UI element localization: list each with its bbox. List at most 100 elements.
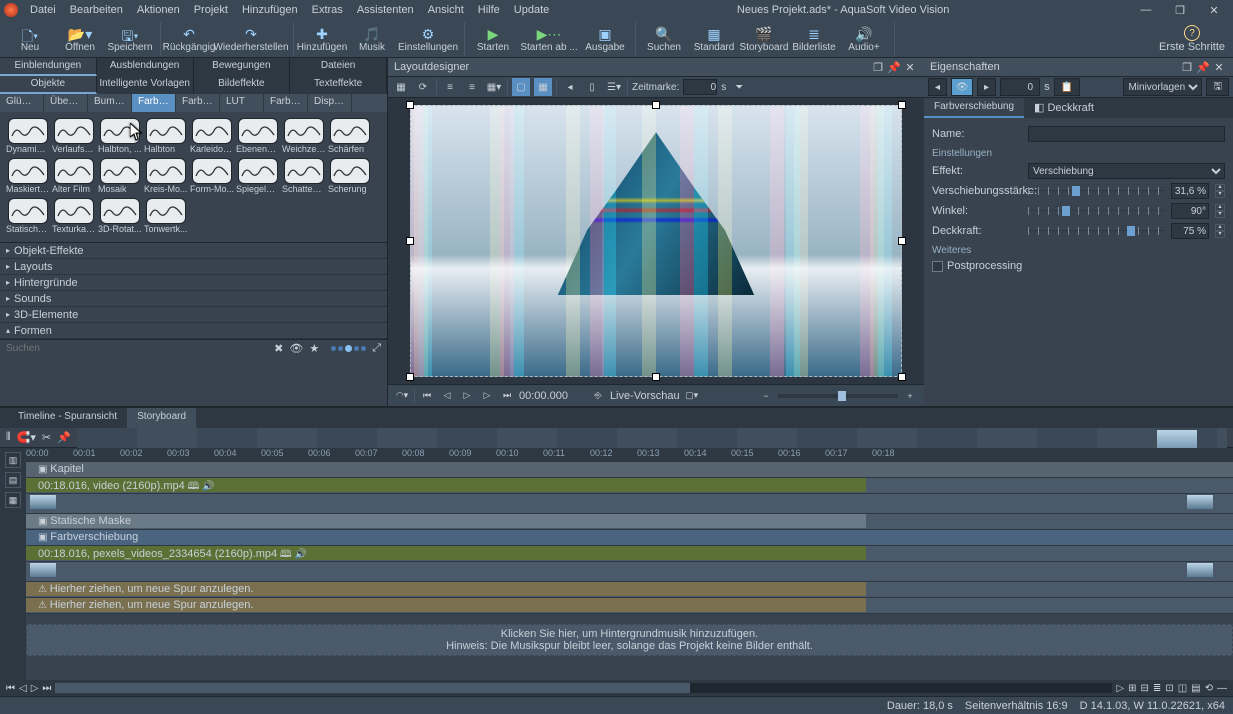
effect-thumb-15[interactable]: Scherung	[328, 158, 372, 196]
zoom-out-button[interactable]: −	[758, 388, 774, 404]
stack-button[interactable]: ▯	[583, 78, 601, 96]
effect-thumb-17[interactable]: Texturkac...	[52, 198, 96, 236]
goto-end-button[interactable]: ⏭	[499, 388, 515, 404]
tab-dateien[interactable]: Dateien	[290, 58, 387, 76]
trackside-btn-2[interactable]: ▤	[5, 472, 21, 488]
postprocessing-checkbox[interactable]: Postprocessing	[932, 260, 1225, 272]
menu-aktionen[interactable]: Aktionen	[131, 2, 186, 18]
wand-icon[interactable]: ✖	[274, 342, 283, 355]
menu-extras[interactable]: Extras	[306, 2, 349, 18]
storyboard-view-button[interactable]: 🎬Storyboard	[740, 22, 788, 56]
rotate-button[interactable]: ⟳	[414, 78, 432, 96]
tlopt-6[interactable]: ◫	[1178, 683, 1187, 694]
prev-object-button[interactable]: ◂	[928, 78, 947, 96]
timeline-tab-spuransicht[interactable]: Timeline - Spuransicht	[8, 408, 127, 428]
tlopt-4[interactable]: ≣	[1153, 683, 1161, 694]
redo-button[interactable]: ↷Wiederherstellen	[215, 22, 287, 56]
save-button[interactable]: 🖫▾Speichern	[106, 22, 154, 56]
effect-thumb-13[interactable]: Spiegelung	[236, 158, 280, 196]
tlopt-1[interactable]: ▷	[1116, 683, 1124, 694]
subtab-texteffekte[interactable]: Texteffekte	[290, 76, 387, 94]
cat-gluehende[interactable]: Glühende...	[0, 94, 44, 112]
subtab-objekte[interactable]: Objekte	[0, 76, 97, 94]
effect-thumb-18[interactable]: 3D-Rotat...	[98, 198, 142, 236]
grid-mode-button[interactable]: ▦	[534, 78, 552, 96]
audio-view-button[interactable]: 🔊Audio+	[840, 22, 888, 56]
effect-thumb-0[interactable]: Dynamisc...	[6, 118, 50, 156]
proptab-farbverschiebung[interactable]: Farbverschiebung	[924, 98, 1024, 118]
effect-thumb-8[interactable]: Maskierte...	[6, 158, 50, 196]
output-button[interactable]: ▣Ausgabe	[581, 22, 629, 56]
curve-mode-button[interactable]: ◠▾	[394, 388, 410, 404]
resize-handle-b[interactable]	[652, 373, 660, 381]
menu-datei[interactable]: Datei	[24, 2, 62, 18]
layer-dropdown[interactable]: ☰▾	[605, 78, 623, 96]
maximize-button[interactable]: ❐	[1165, 1, 1195, 19]
cat-lut[interactable]: LUT	[220, 94, 264, 112]
track-video1-preview[interactable]	[26, 494, 1233, 514]
grid-toggle-button[interactable]: ▦	[392, 78, 410, 96]
designer-close-icon[interactable]: ✕	[902, 61, 918, 74]
visibility-toggle[interactable]: 👁	[951, 78, 973, 96]
resize-handle-t[interactable]	[652, 101, 660, 109]
resize-handle-bl[interactable]	[406, 373, 414, 381]
tlopt-7[interactable]: ▤	[1191, 683, 1200, 694]
goto-start-button[interactable]: ⏮	[419, 388, 435, 404]
effect-thumb-14[interactable]: Schatten-...	[282, 158, 326, 196]
tlopt-8[interactable]: ⟲	[1205, 683, 1213, 694]
trackside-btn-3[interactable]: ▦	[5, 492, 21, 508]
resize-handle-r[interactable]	[898, 237, 906, 245]
standard-view-button[interactable]: ▦Standard	[690, 22, 738, 56]
effect-thumb-7[interactable]: Schärfen	[328, 118, 372, 156]
star-icon[interactable]: ★	[309, 342, 319, 355]
designer-maximize-icon[interactable]: ❐	[870, 61, 886, 74]
open-button[interactable]: 📂▾Öffnen	[56, 22, 104, 56]
cat-ueberstrah[interactable]: Überstrah...	[44, 94, 88, 112]
effect-thumb-5[interactable]: Ebenenef...	[236, 118, 280, 156]
effect-thumb-3[interactable]: Halbton	[144, 118, 188, 156]
play-button[interactable]: ▷	[459, 388, 475, 404]
proptab-deckkraft[interactable]: ◧Deckkraft	[1024, 98, 1104, 118]
start-button[interactable]: ▶Starten	[469, 22, 517, 56]
effect-thumb-1[interactable]: Verlaufsu...	[52, 118, 96, 156]
toolbox-search-input[interactable]	[6, 343, 126, 354]
resize-handle-tl[interactable]	[406, 101, 414, 109]
winkel-slider[interactable]	[1028, 204, 1165, 218]
deckkraft-slider[interactable]	[1028, 224, 1165, 238]
menu-update[interactable]: Update	[508, 2, 555, 18]
effect-thumb-11[interactable]: Kreis-Mo...	[144, 158, 188, 196]
props-maximize-icon[interactable]: ❐	[1179, 61, 1195, 74]
effect-thumb-6[interactable]: Weichzeic...	[282, 118, 326, 156]
menu-ansicht[interactable]: Ansicht	[422, 2, 470, 18]
tlopt-3[interactable]: ⊟	[1141, 683, 1149, 694]
music-drop-zone[interactable]: Klicken Sie hier, um Hintergrundmusik hi…	[26, 624, 1233, 656]
name-input[interactable]	[1028, 126, 1225, 142]
step-back-button[interactable]: ◁	[439, 388, 455, 404]
menu-hilfe[interactable]: Hilfe	[472, 2, 506, 18]
add-button[interactable]: ✚Hinzufügen	[298, 22, 346, 56]
deckkraft-spinner[interactable]: ▴▾	[1215, 224, 1225, 238]
trackside-btn-1[interactable]: ▥	[5, 452, 21, 468]
resize-handle-l[interactable]	[406, 237, 414, 245]
track-new-2[interactable]: ⚠ Hierher ziehen, um neue Spur anzulegen…	[26, 598, 1233, 614]
acc-objekt-effekte[interactable]: ▸Objekt-Effekte	[0, 243, 387, 259]
effect-thumb-12[interactable]: Form-Mo...	[190, 158, 234, 196]
effect-thumb-19[interactable]: Tonwertk...	[144, 198, 188, 236]
verschiebung-slider[interactable]	[1028, 184, 1165, 198]
winkel-spinner[interactable]: ▴▾	[1215, 204, 1225, 218]
props-pin-icon[interactable]: 📌	[1195, 61, 1211, 74]
step-forward-button[interactable]: ▷	[479, 388, 495, 404]
props-time-value[interactable]: 0	[1000, 78, 1040, 96]
acc-sounds[interactable]: ▸Sounds	[0, 291, 387, 307]
effect-thumb-9[interactable]: Alter Film	[52, 158, 96, 196]
tracks-icon[interactable]: ⫴	[6, 431, 11, 444]
thumbnail-zoom-slider[interactable]	[331, 342, 366, 355]
menu-hinzufuegen[interactable]: Hinzufügen	[236, 2, 304, 18]
align-center-button[interactable]: ≡	[463, 78, 481, 96]
track-new-1[interactable]: ⚠ Hierher ziehen, um neue Spur anzulegen…	[26, 582, 1233, 598]
menu-bearbeiten[interactable]: Bearbeiten	[64, 2, 129, 18]
minivorlagen-select[interactable]: Minivorlagen	[1123, 78, 1202, 96]
tlopt-9[interactable]: —	[1217, 683, 1227, 694]
tab-einblendungen[interactable]: Einblendungen	[0, 58, 97, 76]
zoom-in-button[interactable]: +	[902, 388, 918, 404]
